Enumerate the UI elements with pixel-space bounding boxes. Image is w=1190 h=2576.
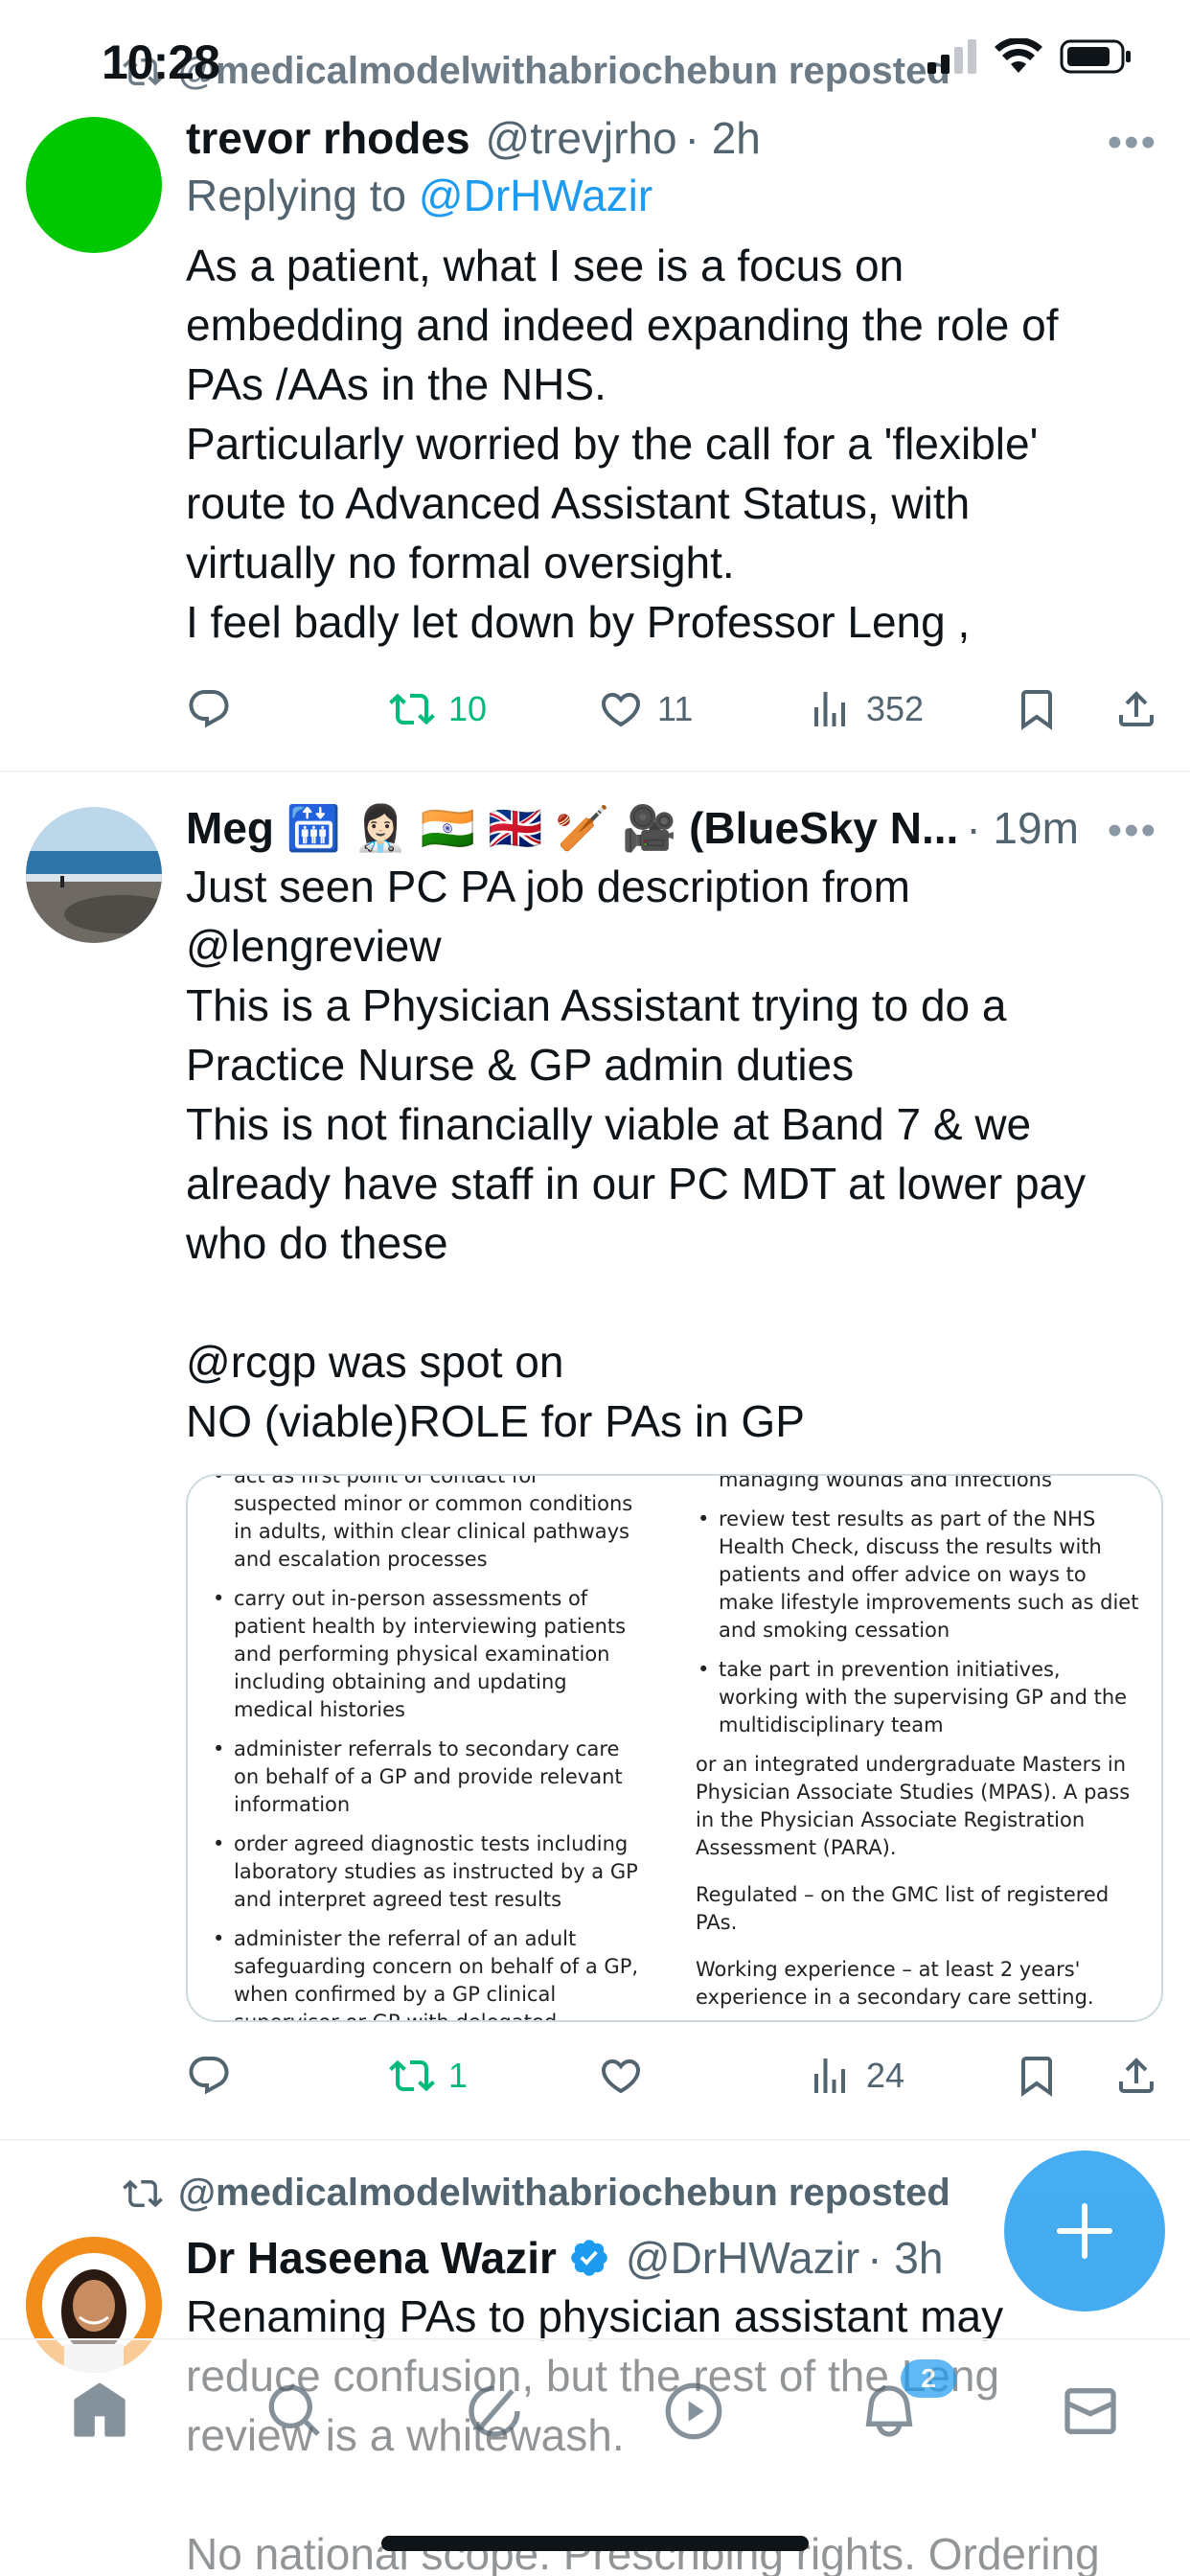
job-duty-item: administer referrals to secondary care o…	[211, 1736, 642, 1819]
tweet-actions: 10 11 352	[186, 680, 1157, 738]
bookmark-button[interactable]	[1014, 686, 1060, 732]
job-duty-item: review test results as part of the NHS H…	[696, 1506, 1146, 1644]
job-duty-item: act as first point of contact for suspec…	[211, 1476, 642, 1574]
tab-search[interactable]	[257, 2373, 333, 2450]
replying-prefix: Replying to	[186, 171, 419, 220]
tab-home[interactable]	[61, 2373, 138, 2450]
bookmark-icon	[1021, 2057, 1052, 2097]
avatar[interactable]	[26, 117, 162, 253]
signal-icon	[927, 39, 976, 74]
views-count: 24	[866, 2056, 905, 2095]
replying-to: Replying to @DrHWazir	[186, 167, 1157, 224]
status-bar: 10:28	[0, 0, 1190, 115]
post-time: · 3h	[867, 2233, 944, 2283]
tweet-actions: 1 24	[186, 2047, 1157, 2104]
battery-icon	[1060, 39, 1131, 74]
job-description-right-column: managing wounds and infections review te…	[696, 1474, 1146, 2020]
retweet-icon	[389, 693, 435, 725]
job-description-image[interactable]: act as first point of contact for suspec…	[186, 1474, 1163, 2022]
views-icon	[814, 692, 845, 726]
job-requirement-text: Regulated – on the GMC list of registere…	[696, 1883, 1110, 1934]
reply-button[interactable]	[186, 686, 232, 732]
reply-button[interactable]	[186, 2053, 232, 2099]
job-duty-item: carry out in-person assessments of patie…	[211, 1585, 642, 1724]
author-name[interactable]: Meg 🛗 👩🏻‍⚕️ 🇮🇳 🇬🇧 🏏 🎥 (BlueSky N...	[186, 799, 958, 857]
tweet[interactable]: ••• trevor rhodes @trevjrho · 2h Replyin…	[0, 96, 1190, 772]
search-icon	[268, 2384, 320, 2436]
reply-icon	[189, 2057, 229, 2095]
beach-avatar-image	[26, 807, 162, 943]
retweet-icon	[123, 2179, 163, 2207]
retweet-count: 10	[448, 689, 488, 728]
like-icon	[601, 2059, 641, 2094]
tab-grok[interactable]	[456, 2373, 533, 2450]
play-icon	[665, 2382, 722, 2440]
share-icon	[1119, 2058, 1154, 2093]
wifi-icon	[995, 38, 1042, 73]
author-handle[interactable]: @DrHWazir	[626, 2229, 859, 2287]
job-description-left-column: act as first point of contact for suspec…	[211, 1476, 642, 2020]
like-button[interactable]	[598, 2053, 657, 2099]
like-icon	[601, 693, 641, 727]
job-duty-item: take part in prevention initiatives, wor…	[696, 1656, 1146, 1739]
job-duty-item: order agreed diagnostic tests including …	[211, 1830, 642, 1914]
grok-icon	[469, 2385, 520, 2437]
avatar[interactable]	[26, 807, 162, 943]
views-icon	[814, 2058, 845, 2093]
notification-badge: 2	[901, 2359, 956, 2398]
repost-text[interactable]: @medicalmodelwithabriochebun reposted	[178, 2172, 950, 2215]
author-handle[interactable]: @trevjrho	[486, 109, 677, 167]
like-button[interactable]: 11	[598, 686, 693, 732]
tweet-text: Just seen PC PA job description from @le…	[186, 862, 1087, 1446]
retweet-button[interactable]: 1	[389, 2053, 468, 2099]
job-duty-item: administer the referral of an adult safe…	[211, 1925, 642, 2020]
status-icons	[927, 38, 1133, 75]
tweet[interactable]: ••• Meg 🛗 👩🏻‍⚕️ 🇮🇳 🇬🇧 🏏 🎥 (BlueSky N... …	[0, 772, 1190, 2141]
compose-button[interactable]	[1004, 2150, 1165, 2312]
share-button[interactable]	[1113, 686, 1159, 732]
bookmark-icon	[1021, 690, 1052, 730]
status-time: 10:28	[102, 35, 220, 89]
views-count: 352	[866, 689, 925, 728]
job-requirement-text: or an integrated undergraduate Masters i…	[696, 1753, 1131, 1859]
share-icon	[1119, 691, 1154, 726]
bookmark-button[interactable]	[1014, 2053, 1060, 2099]
views-button[interactable]: 24	[807, 2053, 904, 2099]
reply-icon	[189, 690, 229, 728]
retweet-button[interactable]: 10	[389, 686, 487, 732]
mail-icon	[1064, 2388, 1116, 2434]
home-indicator[interactable]	[381, 2536, 809, 2551]
repost-indicator: @medicalmodelwithabriochebun reposted	[123, 2172, 950, 2215]
job-requirement-text: Working experience – at least 2 years' e…	[696, 1958, 1094, 2009]
tab-messages[interactable]	[1052, 2373, 1129, 2450]
home-icon	[74, 2382, 126, 2437]
author-name[interactable]: trevor rhodes	[186, 109, 470, 167]
tweet-text: As a patient, what I see is a focus on e…	[186, 241, 1059, 647]
like-count: 11	[657, 689, 694, 728]
job-duty-text: managing wounds and infections	[719, 1474, 1052, 1491]
author-name[interactable]: Dr Haseena Wazir	[186, 2229, 557, 2287]
replying-to-link[interactable]: @DrHWazir	[419, 171, 652, 220]
verified-icon	[571, 2240, 607, 2276]
compose-icon	[1057, 2203, 1112, 2259]
retweet-icon	[389, 2059, 435, 2092]
views-button[interactable]: 352	[807, 686, 924, 732]
post-time: · 2h	[684, 113, 761, 163]
retweet-count: 1	[448, 2056, 469, 2095]
share-button[interactable]	[1113, 2053, 1159, 2099]
tab-video[interactable]	[655, 2373, 732, 2450]
post-time: · 19m	[966, 803, 1079, 853]
